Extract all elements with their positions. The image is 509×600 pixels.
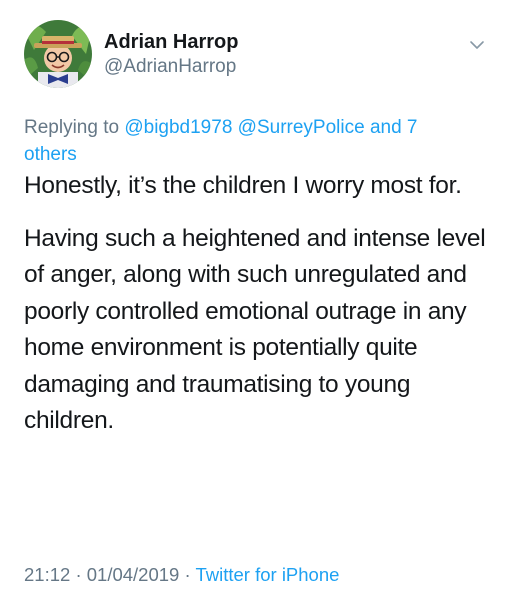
source-link[interactable]: Twitter for iPhone: [195, 564, 339, 585]
mention-link[interactable]: @bigbd1978: [124, 117, 232, 138]
tweet-paragraph: Honestly, it’s the children I worry most…: [24, 172, 462, 199]
tweet-meta: 21:12 · 01/04/2019 · Twitter for iPhone: [24, 564, 339, 586]
display-name[interactable]: Adrian Harrop: [104, 31, 238, 54]
chevron-down-icon[interactable]: [466, 34, 488, 56]
tweet-time[interactable]: 21:12: [24, 564, 70, 585]
user-handle[interactable]: @AdrianHarrop: [104, 56, 236, 78]
separator: ·: [75, 564, 82, 585]
tweet-date[interactable]: 01/04/2019: [87, 564, 180, 585]
replying-to-label: Replying to: [24, 117, 120, 138]
tweet-paragraph: Having such a heightened and intense lev…: [24, 224, 486, 435]
tweet-text: Honestly, it’s the children I worry most…: [24, 168, 492, 440]
tweet-card: Adrian Harrop @AdrianHarrop Replying to …: [0, 0, 509, 600]
avatar-image: [24, 20, 92, 88]
reply-context: Replying to @bigbd1978 @SurreyPolice and…: [24, 114, 464, 168]
avatar[interactable]: [24, 20, 92, 88]
mention-link[interactable]: @SurreyPolice: [238, 117, 365, 138]
separator: ·: [184, 564, 191, 585]
